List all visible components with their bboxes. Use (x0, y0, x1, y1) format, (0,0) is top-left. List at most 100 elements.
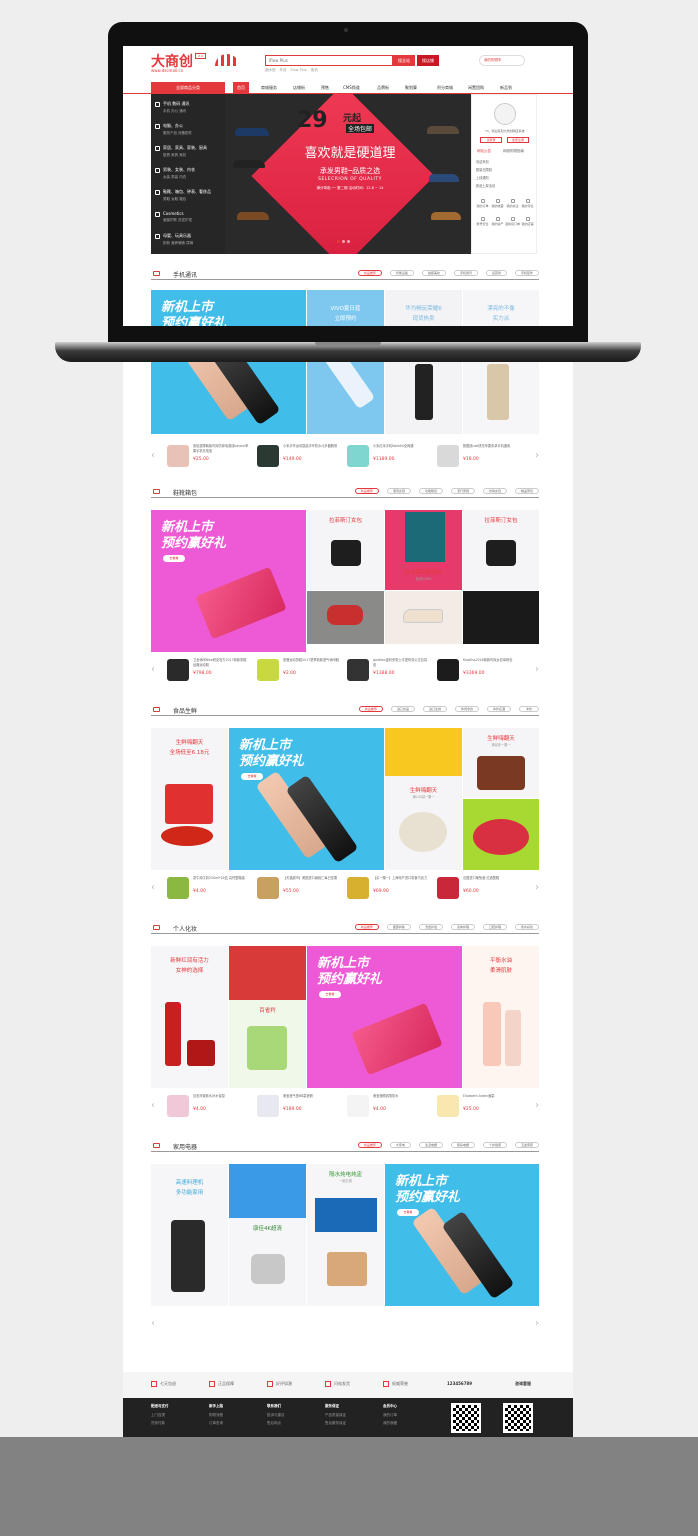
promo-button[interactable]: 去看看 (397, 1209, 419, 1216)
nav-item[interactable]: 积分商城 (437, 82, 453, 93)
nav-item[interactable]: 闲置团购 (468, 82, 484, 93)
news-item[interactable]: 上线通知 (476, 175, 489, 180)
search-all-button[interactable]: 搜全站 (393, 55, 415, 66)
promo-tile[interactable]: 新机上市 预约赢好礼 (151, 290, 306, 326)
floor-tab[interactable]: 身体护理 (450, 924, 475, 930)
floor-tab[interactable]: 洗发护发 (418, 924, 443, 930)
floor-tab[interactable]: 香水彩妆 (514, 924, 539, 930)
chevron-right-icon[interactable]: › (535, 664, 539, 675)
product-item[interactable]: 驼鹿运动男鞋2017夏季新款透气休闲鞋 ¥2.00 (255, 656, 340, 686)
product-item[interactable]: KissKiss2016新款时尚女包单肩包 ¥3369.00 (435, 656, 520, 686)
product-tile[interactable]: 平衡水油 柔滑肌肤 (463, 946, 539, 1088)
chevron-left-icon[interactable]: ‹ (151, 882, 155, 893)
footer-link[interactable]: 订单查询 (209, 1421, 223, 1426)
floor-tab[interactable]: 新品推荐 (357, 1142, 382, 1148)
chevron-left-icon[interactable]: ‹ (151, 450, 155, 461)
product-item[interactable]: 卫龙休闲Nike耐克官方2017新款男鞋 经典运动鞋 ¥798.00 (165, 656, 250, 686)
product-item[interactable]: 法国进口葡萄酒 红酒整箱 ¥60.00 (435, 874, 520, 904)
product-tile[interactable] (463, 799, 539, 870)
all-categories-button[interactable]: 全部商品分类 (151, 82, 225, 94)
floor-tab[interactable]: 大家电 (389, 1142, 411, 1148)
floor-tab[interactable]: 进口食品 (390, 706, 415, 712)
product-tile[interactable] (385, 362, 462, 434)
floor-tab[interactable]: 个护健康 (482, 1142, 507, 1148)
nav-item-home[interactable]: 首页 (233, 82, 249, 93)
floor-tab[interactable]: 时尚女包 (482, 488, 507, 494)
product-item[interactable]: 百雀羚爽肤水补水保湿 ¥4.00 (165, 1092, 250, 1122)
floor-tab[interactable]: 休闲零食 (454, 706, 479, 712)
category-item[interactable]: 手机 数码 通讯 手机 办公 通讯 (151, 98, 225, 120)
floor-tab[interactable]: 新品推荐 (354, 924, 379, 930)
shortcut-orders[interactable]: 我的订单 (475, 199, 490, 208)
product-tile[interactable]: 漂亮的不像 实力派 (463, 290, 539, 326)
promo-button[interactable]: 去看看 (163, 555, 185, 562)
register-button[interactable]: 免费注册 (507, 137, 529, 143)
floor-tab[interactable]: 潮流女鞋 (386, 488, 411, 494)
footer-link[interactable]: 货到付款 (151, 1421, 169, 1426)
footer-link[interactable]: 售后网点 (267, 1421, 285, 1426)
promo-button[interactable]: 去看看 (241, 773, 263, 780)
nav-item[interactable]: 聚划算 (405, 82, 417, 93)
product-tile[interactable] (307, 362, 384, 434)
product-tile[interactable] (463, 362, 539, 434)
cart-button[interactable]: 我的购物车 (479, 55, 525, 66)
product-tile[interactable] (307, 591, 384, 644)
floor-tab[interactable]: 厨房电器 (450, 1142, 475, 1148)
category-item[interactable]: 家居、家具、家装、厨具 厨具 家具 家纺 (151, 142, 225, 164)
banner-dot[interactable] (342, 240, 345, 243)
hot-word[interactable]: Flow Plus (291, 68, 307, 72)
footer-link[interactable]: 售后服务保证 (325, 1421, 346, 1426)
product-tile[interactable]: 生鲜嗨翻天 全场低至6.18元 (151, 728, 228, 870)
floor-tab[interactable]: 拍照美妆 (421, 270, 446, 276)
promo-button[interactable]: 去看看 (319, 991, 341, 998)
product-tile[interactable] (385, 591, 462, 644)
product-item[interactable]: goldlion金利来男士手提商务公文包真皮 ¥1388.00 (345, 656, 430, 686)
hero-banner[interactable]: 29 元起 全场包邮 喜欢就是硬道理 承发男鞋─品质之选 SELECRION O… (225, 94, 471, 254)
product-item[interactable]: Elizabeth Arden面霜 ¥25.00 (435, 1092, 520, 1122)
footer-link[interactable]: 产品质量保证 (325, 1413, 346, 1418)
product-tile[interactable]: 玛卡莱高跟鞋女 最低价¥99 (385, 510, 462, 590)
floor-tab[interactable]: 生活电器 (418, 1142, 443, 1148)
floor-tab[interactable]: 运营商 (485, 270, 507, 276)
floor-tab[interactable]: 新品推荐 (358, 706, 383, 712)
floor-tab[interactable]: 新品推荐 (357, 270, 382, 276)
category-item[interactable]: Cosmetics 面部护肤 洗发护发 (151, 208, 225, 230)
product-item[interactable]: 美宝莲眼线笔防水 ¥4.00 (345, 1092, 430, 1122)
tab-announcement[interactable]: 网站公告 (477, 149, 491, 154)
nav-item[interactable]: 商城服务 (261, 82, 277, 93)
product-tile[interactable] (463, 591, 539, 644)
chevron-left-icon[interactable]: ‹ (151, 1318, 155, 1329)
product-tile[interactable]: 拉菲斯汀女包 (463, 510, 539, 590)
promo-tile[interactable]: 新机上市 预约赢好礼 去看看 (151, 510, 306, 652)
product-item[interactable]: 蒙牛纯牛奶250ml*24盒 高钙整箱装 ¥4.00 (165, 874, 250, 904)
search-input[interactable] (266, 56, 392, 65)
product-tile[interactable]: 拉菲斯汀女包 (307, 510, 384, 590)
news-item[interactable]: 欢迎来到 (476, 159, 489, 164)
chevron-right-icon[interactable]: › (535, 882, 539, 893)
chevron-right-icon[interactable]: › (535, 1318, 539, 1329)
product-tile[interactable]: 华为畅玩荣耀6 现货热卖 (385, 290, 462, 326)
login-button[interactable]: 请登录 (480, 137, 502, 143)
nav-item[interactable]: 品牌街 (377, 82, 389, 93)
hot-word[interactable]: 外设 (280, 68, 287, 72)
shortcut-comments[interactable]: 我的评论 (520, 199, 535, 208)
hot-word[interactable]: 索机 (311, 68, 318, 72)
floor-tab[interactable]: 面部护肤 (386, 924, 411, 930)
product-tile[interactable]: 康佳4K超清 (229, 1164, 306, 1306)
floor-tab[interactable]: 冲饮 (519, 706, 539, 712)
product-tile[interactable]: 隔水炖电炖盅 一碗五锅 (307, 1164, 384, 1306)
product-item[interactable]: 美宝莲气垫BB霜遮瑕 ¥189.00 (255, 1092, 340, 1122)
product-tile[interactable]: 生鲜嗨翻天 满足你一赠一 (463, 728, 539, 798)
chevron-right-icon[interactable]: › (535, 1100, 539, 1111)
shortcut-follow[interactable]: 我的关注 (505, 199, 520, 208)
product-item[interactable]: 小米红米手机Note4X全网通 ¥1189.00 (345, 442, 430, 472)
floor-tab[interactable]: 进口生鲜 (422, 706, 447, 712)
floor-tab[interactable]: 新品推荐 (354, 488, 379, 494)
news-item[interactable]: 新品上架活动 (476, 183, 495, 188)
floor-tab[interactable]: 手机配件 (514, 270, 539, 276)
product-tile[interactable]: 新鲜红润有活力 女神的选择 (151, 946, 228, 1088)
floor-tab[interactable]: 智能设备 (389, 270, 414, 276)
floor-tab[interactable]: 五金家装 (514, 1142, 539, 1148)
promo-tile[interactable] (151, 362, 306, 434)
chevron-left-icon[interactable]: ‹ (151, 1100, 155, 1111)
